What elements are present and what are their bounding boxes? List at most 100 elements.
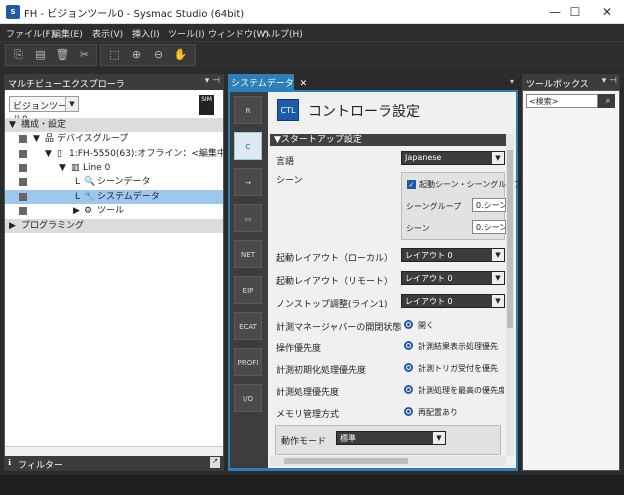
paste-icon[interactable]: ▤ [32, 46, 49, 63]
status-bar [0, 475, 624, 495]
tree-group-config[interactable]: ▼ 構成・設定 [5, 118, 223, 132]
search-icon[interactable]: ⌕ [601, 94, 615, 108]
tree-toggle-icon[interactable]: ▼ [59, 161, 66, 175]
init-priority-value: 計測トリガ受付を優先 [418, 364, 498, 373]
tab-dropdown-icon[interactable]: ▾ [510, 77, 514, 86]
page-title: コントローラ設定 [308, 104, 420, 120]
tree-toggle-icon[interactable]: ▶ [73, 204, 80, 218]
tree-toggle-icon[interactable]: ▼ [45, 147, 52, 161]
side-tab-network[interactable]: NET [234, 240, 262, 268]
startup-scene-checkbox[interactable]: ✓ [407, 180, 416, 189]
delete-icon[interactable]: 🗑 [54, 46, 71, 63]
menu-edit[interactable]: 編集(E) [52, 27, 83, 40]
tree-toggle-icon[interactable]: ▼ [33, 132, 40, 146]
filter-icon: ℹ [8, 458, 12, 467]
proc-priority-label: 計測処理優先度 [276, 388, 340, 398]
multiview-explorer-title: マルチビューエクスプローラ [8, 80, 125, 90]
tree-item-line[interactable]: ▼ ▥ Line 0 [5, 161, 223, 175]
window-title: FH - ビジョンツール0 - Sysmac Studio (64bit) [24, 9, 245, 20]
layout-remote-select[interactable]: レイアウト 0 ▼ [401, 271, 505, 285]
zoom-in-icon[interactable]: ⊕ [128, 46, 145, 63]
settings-hscroll-thumb[interactable] [284, 458, 408, 464]
copy-icon[interactable]: ⎘ [10, 46, 27, 63]
side-tab-r[interactable]: R [234, 96, 262, 124]
cut-icon[interactable]: ✂ [76, 46, 93, 63]
side-tab-ecat[interactable]: ECAT [234, 312, 262, 340]
tree-group-programming[interactable]: ▶ プログラミング [5, 219, 223, 233]
side-tab-profi[interactable]: PROFI [234, 348, 262, 376]
tree-label: 1:FH-5550(63):オフライン：<編集中... [69, 149, 235, 159]
language-label: 言語 [276, 157, 295, 167]
tab-system-data[interactable]: システムデータ ✕ [228, 74, 307, 90]
expand-icon[interactable]: ↗ [210, 457, 220, 468]
tree-item-scene-data[interactable]: L 🔍 シーンデータ [5, 175, 223, 189]
side-tab-controller[interactable]: C [234, 132, 262, 160]
pin-icon[interactable]: ▾ ⊣ [205, 76, 220, 86]
menu-help[interactable]: ヘルプ(H) [262, 27, 303, 40]
controller-icon: CTL [277, 99, 299, 121]
menu-tools[interactable]: ツール(I) [168, 27, 205, 40]
tree-label: 構成・設定 [21, 120, 67, 130]
tree-checkbox [19, 150, 27, 158]
tree-label: デバイスグループ [57, 134, 129, 144]
memory-radio[interactable] [404, 407, 413, 416]
language-select[interactable]: Japanese ▼ [401, 151, 505, 165]
tree-checkbox [19, 135, 27, 143]
vision-tool-selector[interactable]: ビジョンツール0 ▼ [9, 96, 79, 125]
tree-toggle-icon[interactable]: ▶ [9, 219, 16, 233]
motion-mode-select[interactable]: 標準 ▼ [336, 431, 446, 445]
tree-label: プログラミング [21, 221, 85, 231]
tree-toggle-icon[interactable]: ▼ [9, 118, 16, 132]
op-priority-radio[interactable] [404, 341, 413, 350]
tree-item-device-group[interactable]: ▼ 品 デバイスグループ [5, 132, 223, 146]
fit-icon[interactable]: ⬚ [106, 46, 123, 63]
tree-checkbox [19, 178, 27, 186]
menu-insert[interactable]: 挿入(I) [132, 27, 160, 40]
pin-icon[interactable]: ▾ ⊣ [602, 76, 617, 86]
toolbox-search-input[interactable]: <検索> [526, 94, 598, 108]
layout-local-label: 起動レイアウト（ローカル） [276, 254, 394, 264]
scene-select[interactable]: 0.シーン [472, 220, 506, 234]
scene-settings-box: ✓ 起動シーン・シーングループ シーングループ 0.シーン シーン 0.シーン [401, 172, 522, 240]
tree-item-system-data[interactable]: L 🔧 システムデータ [5, 190, 223, 204]
menu-file[interactable]: ファイル(F) [6, 27, 54, 40]
manager-radio[interactable] [404, 320, 413, 329]
simulator-icon[interactable]: SIM [199, 95, 214, 115]
manager-value: 開く [418, 321, 434, 330]
filter-label: フィルター [18, 461, 63, 471]
memory-label: メモリ管理方式 [276, 410, 340, 420]
close-button[interactable]: ✕ [584, 0, 624, 24]
layout-remote-label: 起動レイアウト（リモート） [276, 277, 394, 287]
tree-item-device[interactable]: ▼ ▯ 1:FH-5550(63):オフライン：<編集中... [5, 147, 235, 161]
tree-item-tools[interactable]: ▶ ⚙ ツール [5, 204, 223, 218]
layout-remote-value: レイアウト 0 [405, 274, 453, 283]
side-tab-io[interactable]: → [234, 168, 262, 196]
init-priority-radio[interactable] [404, 363, 413, 372]
filter-bar[interactable]: ℹ フィルター ↗ [4, 456, 224, 471]
zoom-out-icon[interactable]: ⊖ [150, 46, 167, 63]
nonstop-label: ノンストップ調整(ライン1) [276, 300, 388, 310]
side-tab-serial[interactable]: ▭ [234, 204, 262, 232]
section-header-startup[interactable]: ▼スタートアップ設定 [270, 134, 506, 146]
menu-bar: ファイル(F) 編集(E) 表示(V) 挿入(I) ツール(I) ウィンドウ(W… [0, 24, 624, 41]
settings-vscroll-thumb[interactable] [507, 150, 513, 328]
multiview-explorer-header: マルチビューエクスプローラ ▾ ⊣ [4, 74, 224, 90]
toolbox-header: ツールボックス ▾ ⊣ [522, 74, 620, 90]
tree-checkbox [19, 193, 27, 201]
proc-priority-radio[interactable] [404, 385, 413, 394]
toolbox-panel [522, 90, 620, 471]
explorer-hscrollbar[interactable] [5, 446, 223, 456]
nonstop-select[interactable]: レイアウト 0 ▼ [401, 294, 505, 308]
menu-window[interactable]: ウィンドウ(W) [208, 27, 269, 40]
scene-group-select[interactable]: 0.シーン [472, 198, 506, 212]
layout-local-select[interactable]: レイアウト 0 ▼ [401, 248, 505, 262]
side-tab-parallel-io[interactable]: I/O [234, 384, 262, 412]
side-tab-eip[interactable]: EIP [234, 276, 262, 304]
menu-view[interactable]: 表示(V) [92, 27, 123, 40]
app-icon: S [6, 5, 20, 19]
proc-priority-value: 計測処理を最高の優先度 [418, 386, 504, 395]
scene-sub-label: シーン [406, 224, 430, 233]
scene-group-label: シーングループ [406, 202, 462, 211]
close-icon[interactable]: ✕ [300, 79, 308, 89]
pan-icon[interactable]: ✋ [172, 46, 189, 63]
